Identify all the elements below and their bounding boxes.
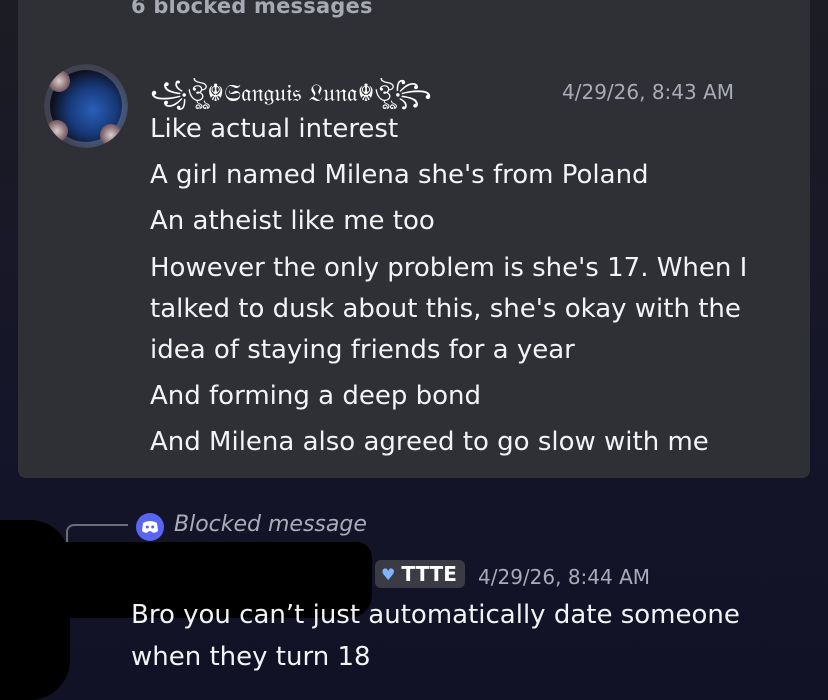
blocked-messages-toggle[interactable]: 6 blocked messages <box>131 0 373 18</box>
reply-line: when they turn 18 <box>131 642 371 672</box>
discord-icon <box>136 513 164 541</box>
server-tag-label: TTTE <box>401 562 457 586</box>
message-timestamp: 4/29/26, 8:43 AM <box>562 80 735 104</box>
heart-icon: ♥ <box>381 564 396 584</box>
rose-decoration <box>46 120 68 142</box>
reply-timestamp: 4/29/26, 8:44 AM <box>478 565 651 589</box>
rose-decoration <box>48 70 70 92</box>
message-line: And Milena also agreed to go slow with m… <box>150 427 709 457</box>
message-line: However the only problem is she's 17. Wh… <box>150 253 748 283</box>
server-tag[interactable]: ♥ TTTE <box>375 560 465 588</box>
rose-decoration <box>100 124 122 146</box>
message-line: And forming a deep bond <box>150 381 481 411</box>
message-line: An atheist like me too <box>150 206 435 236</box>
reply-line: Bro you can’t just automatically date so… <box>131 600 740 630</box>
message-line: Like actual interest <box>150 114 399 144</box>
message-line: talked to dusk about this, she's okay wi… <box>150 294 741 324</box>
message-line: idea of staying friends for a year <box>150 335 575 365</box>
user-avatar[interactable] <box>44 64 128 148</box>
blocked-message-reference[interactable]: Blocked message <box>174 512 367 537</box>
message-line: A girl named Milena she's from Poland <box>150 160 649 190</box>
